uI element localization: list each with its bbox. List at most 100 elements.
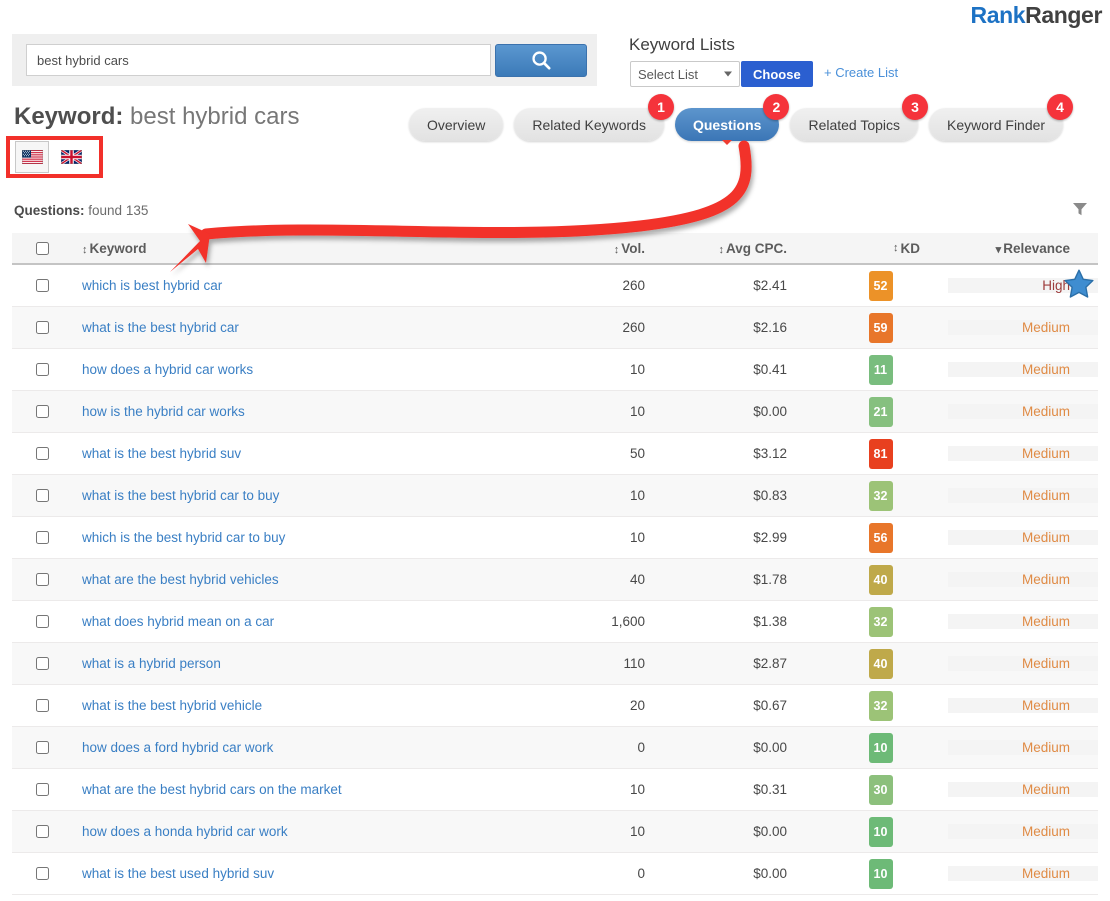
logo-part-rank: Rank [971,2,1026,28]
row-checkbox[interactable] [36,783,49,796]
kd-badge: 40 [869,565,893,595]
tab-overview[interactable]: Overview [409,108,503,141]
keyword-link[interactable]: what is the best hybrid car [72,320,503,335]
column-header-keyword[interactable]: ↕Keyword [72,241,503,256]
tab-related-topics[interactable]: Related Topics 3 [790,108,918,141]
cpc-cell: $0.00 [663,404,813,419]
column-header-kd-label: KD [901,241,921,256]
keyword-link[interactable]: how is the hybrid car works [72,404,503,419]
table-row[interactable]: how does a ford hybrid car work0$0.0010M… [12,727,1098,769]
kd-cell: 10 [813,859,948,889]
column-header-cpc[interactable]: ↕Avg CPC. [663,241,813,256]
table-row[interactable]: what is the best hybrid suv50$3.1281Medi… [12,433,1098,475]
keyword-link[interactable]: what are the best hybrid vehicles [72,572,503,587]
row-checkbox[interactable] [36,573,49,586]
column-header-vol[interactable]: ↕Vol. [503,241,663,256]
star-icon[interactable] [1062,268,1096,304]
table-row[interactable]: how does a hybrid car works10$0.4111Medi… [12,349,1098,391]
table-row[interactable]: what is the best used hybrid suv0$0.0010… [12,853,1098,895]
table-row[interactable]: what is a hybrid person110$2.8740Medium [12,643,1098,685]
table-row[interactable]: which is the best hybrid car to buy10$2.… [12,517,1098,559]
table-row[interactable]: what is the best hybrid car to buy10$0.8… [12,475,1098,517]
keyword-link[interactable]: how does a ford hybrid car work [72,740,503,755]
table-row[interactable]: how does a honda hybrid car work10$0.001… [12,811,1098,853]
kd-badge: 56 [869,523,893,553]
row-checkbox[interactable] [36,447,49,460]
row-checkbox[interactable] [36,531,49,544]
volume-cell: 50 [503,446,663,461]
row-checkbox[interactable] [36,615,49,628]
kd-badge: 30 [869,775,893,805]
relevance-label: Medium [1022,488,1070,503]
filter-funnel-icon[interactable] [1071,200,1089,223]
relevance-cell: Medium [948,866,1098,881]
tab-keyword-finder[interactable]: Keyword Finder 4 [929,108,1063,141]
uk-flag-icon [61,150,82,164]
tab-related-keywords[interactable]: Related Keywords 1 [514,108,664,141]
volume-cell: 260 [503,278,663,293]
us-flag-icon [22,150,43,164]
row-checkbox[interactable] [36,699,49,712]
row-checkbox[interactable] [36,867,49,880]
locale-uk-button[interactable] [54,141,88,173]
tab-questions[interactable]: Questions 2 [675,108,779,141]
relevance-cell: Medium [948,782,1098,797]
volume-cell: 1,600 [503,614,663,629]
kd-cell: 56 [813,523,948,553]
keyword-link[interactable]: what is the best used hybrid suv [72,866,503,881]
row-checkbox[interactable] [36,279,49,292]
keyword-link[interactable]: what is the best hybrid suv [72,446,503,461]
row-checkbox[interactable] [36,321,49,334]
column-header-keyword-label: Keyword [90,241,147,256]
row-checkbox[interactable] [36,657,49,670]
annotation-badge-4: 4 [1047,94,1073,120]
column-header-relevance[interactable]: ▾Relevance [948,241,1098,256]
row-checkbox[interactable] [36,405,49,418]
cpc-cell: $0.83 [663,488,813,503]
keyword-link[interactable]: what is the best hybrid vehicle [72,698,503,713]
locale-us-button[interactable] [15,141,49,173]
locale-selector [6,136,103,178]
volume-cell: 0 [503,866,663,881]
create-list-link[interactable]: + Create List [824,65,898,80]
kd-badge: 32 [869,607,893,637]
table-row[interactable]: what are the best hybrid cars on the mar… [12,769,1098,811]
keyword-link[interactable]: how does a hybrid car works [72,362,503,377]
row-checkbox[interactable] [36,825,49,838]
select-all-checkbox[interactable] [36,242,49,255]
keyword-link[interactable]: what does hybrid mean on a car [72,614,503,629]
kd-cell: 52 [813,271,948,301]
table-row[interactable]: what is the best hybrid vehicle20$0.6732… [12,685,1098,727]
row-select-cell [12,405,72,418]
keyword-research-page: RankRanger Keyword Lists Select List Cho… [0,0,1110,901]
cpc-cell: $2.16 [663,320,813,335]
column-header-kd[interactable]: ↕KD [813,241,948,256]
cpc-cell: $2.41 [663,278,813,293]
questions-table: ↕Keyword ↕Vol. ↕Avg CPC. ↕KD ▾Relevance … [12,233,1098,895]
table-row[interactable]: what is the best hybrid car260$2.1659Med… [12,307,1098,349]
keyword-link[interactable]: how does a honda hybrid car work [72,824,503,839]
keyword-link[interactable]: what is a hybrid person [72,656,503,671]
row-checkbox[interactable] [36,489,49,502]
tab-related-topics-label: Related Topics [808,117,900,133]
row-checkbox[interactable] [36,741,49,754]
column-header-cpc-label: Avg CPC. [726,241,787,256]
search-input[interactable] [26,44,491,76]
row-checkbox[interactable] [36,363,49,376]
search-button[interactable] [495,44,587,77]
keyword-link[interactable]: which is best hybrid car [72,278,503,293]
table-row[interactable]: which is best hybrid car260$2.4152High [12,265,1098,307]
relevance-cell: Medium [948,404,1098,419]
sort-desc-icon: ▾ [996,244,1002,256]
keyword-list-select[interactable]: Select List [630,61,740,87]
table-row[interactable]: what are the best hybrid vehicles40$1.78… [12,559,1098,601]
kd-badge: 32 [869,481,893,511]
table-row[interactable]: how is the hybrid car works10$0.0021Medi… [12,391,1098,433]
kd-cell: 81 [813,439,948,469]
choose-button[interactable]: Choose [741,61,813,87]
table-row[interactable]: what does hybrid mean on a car1,600$1.38… [12,601,1098,643]
keyword-link[interactable]: what are the best hybrid cars on the mar… [72,782,503,797]
volume-cell: 260 [503,320,663,335]
keyword-link[interactable]: which is the best hybrid car to buy [72,530,503,545]
keyword-link[interactable]: what is the best hybrid car to buy [72,488,503,503]
